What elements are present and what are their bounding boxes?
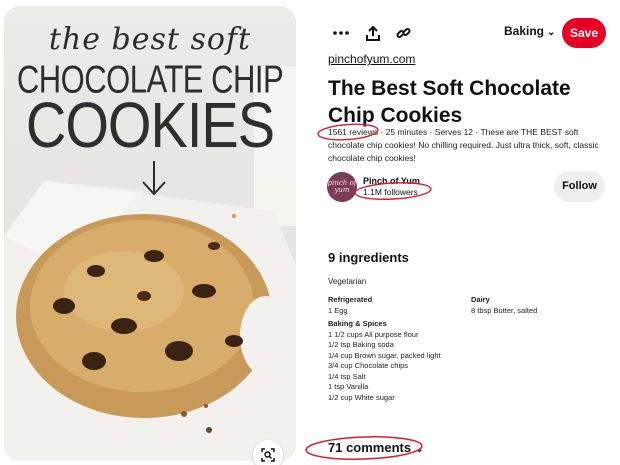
- ingredient-item: 1 tsp Vanilla: [328, 382, 369, 391]
- comments-count: 71 comments: [328, 440, 412, 455]
- chevron-down-icon: ⌄: [547, 27, 556, 38]
- link-icon[interactable]: [392, 22, 414, 44]
- creator-name[interactable]: Pinch of Yum: [363, 176, 420, 186]
- ingredient-category: Dairy: [471, 295, 490, 304]
- ingredient-item: 3/4 cup Chocolate chips: [328, 361, 409, 370]
- ingredient-category: Baking & Spices: [328, 319, 387, 328]
- share-upload-icon[interactable]: [362, 22, 384, 44]
- source-link[interactable]: pinchofyum.com: [328, 52, 415, 66]
- creator-followers: 1.1M followers: [363, 187, 418, 197]
- chevron-down-icon: ⌄: [415, 444, 424, 455]
- ingredient-item: 1/4 tsp Salt: [328, 371, 366, 381]
- image-title-script: the best soft: [48, 22, 252, 57]
- save-button[interactable]: Save: [562, 18, 606, 48]
- follow-button[interactable]: Follow: [554, 171, 605, 202]
- ingredients-heading: 9 ingredients: [328, 250, 409, 265]
- ingredient-category: Refrigerated: [328, 295, 373, 304]
- more-dots-icon[interactable]: [330, 22, 352, 44]
- visual-search-button[interactable]: [253, 440, 283, 465]
- ingredients-right-column: Dairy 8 tbsp Butter, salted: [471, 295, 611, 316]
- comments-toggle[interactable]: 71 comments ⌄: [328, 440, 423, 455]
- ingredient-item: 1 Egg: [328, 305, 348, 315]
- ingredient-item: 1/2 cup White sugar: [328, 392, 395, 402]
- diet-label: Vegetarian: [328, 277, 367, 286]
- visual-search-icon: [261, 448, 275, 462]
- pin-toolbar: Baking ⌄ Save: [328, 18, 610, 48]
- ingredient-item: 1/4 cup Brown sugar, packed light: [328, 350, 441, 360]
- ingredient-item: 1 1/2 cups All purpose flour: [328, 329, 419, 339]
- image-title-line2: COOKIES: [25, 88, 275, 161]
- board-selector[interactable]: Baking ⌄: [504, 24, 555, 38]
- ingredient-item: 8 tbsp Butter, salted: [471, 305, 538, 315]
- pin-title: The Best Soft Chocolate Chip Cookies: [328, 77, 571, 127]
- board-name: Baking: [504, 24, 545, 38]
- pin-description: 1561 reviews · 25 minutes · Serves 12 · …: [328, 127, 599, 163]
- ingredient-item: 1/2 tsp Baking soda: [328, 340, 394, 349]
- ingredients-left-column: Refrigerated 1 Egg Baking & Spices 1 1/2 cu…: [328, 295, 468, 403]
- pin-image[interactable]: the best soft CHOCOLATE CHIP COOKIES: [4, 6, 296, 461]
- creator-avatar[interactable]: pinch of yum: [327, 172, 357, 202]
